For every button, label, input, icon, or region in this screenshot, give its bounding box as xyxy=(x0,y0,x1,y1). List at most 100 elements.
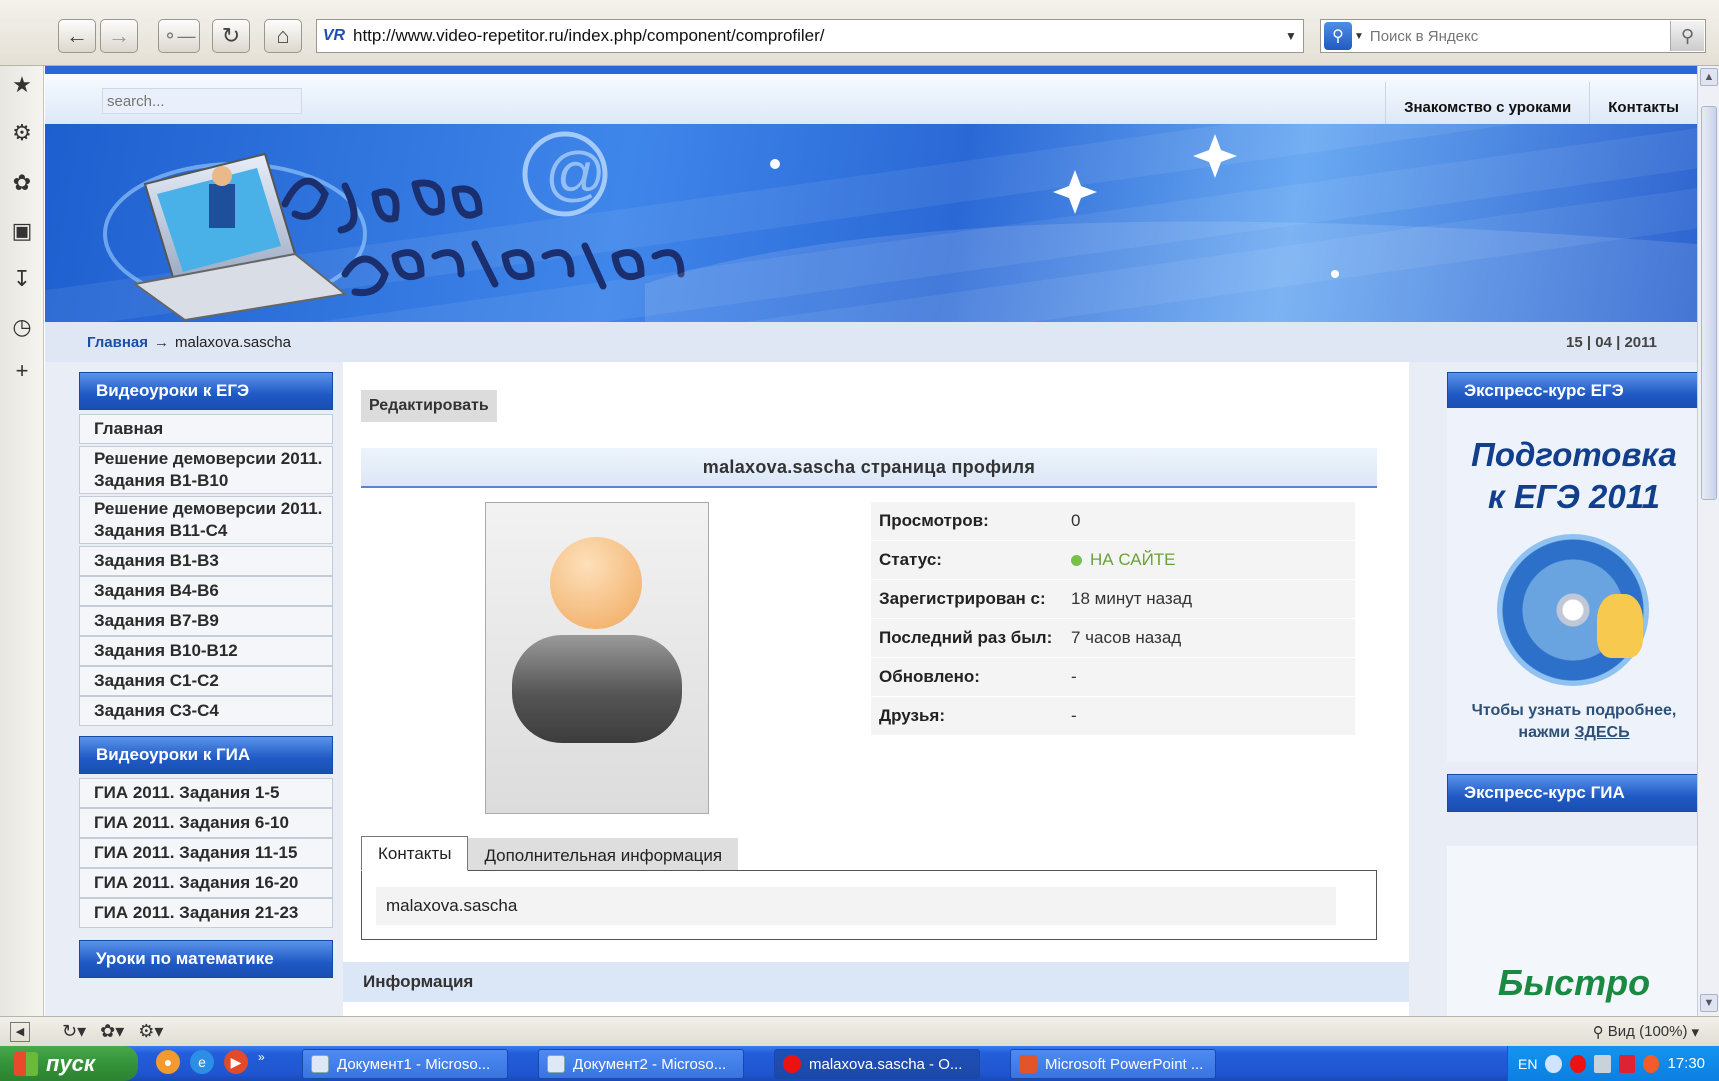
menu-item-b7-b9[interactable]: Задания В7-В9 xyxy=(79,606,333,636)
cartoon-kid-image xyxy=(1597,594,1643,658)
task-label: Microsoft PowerPoint ... xyxy=(1045,1055,1204,1073)
status-badge: НА САЙТЕ xyxy=(1071,550,1176,570)
menu-item-gia-16-20[interactable]: ГИА 2011. Задания 16-20 xyxy=(79,868,333,898)
stat-row-status: Статус: НА САЙТЕ xyxy=(871,541,1355,580)
stat-label: Статус: xyxy=(879,550,942,569)
yandex-search-box[interactable]: ⚲ ▼ ⚲ xyxy=(1320,19,1706,53)
quick-launch: ● e ▶ » xyxy=(156,1050,265,1074)
ege-promo-link[interactable]: ЗДЕСЬ xyxy=(1574,724,1629,741)
media-player-icon[interactable]: ▶ xyxy=(224,1050,248,1074)
svg-text:@: @ xyxy=(545,140,606,207)
browser-sidebar: ★ ⚙ ✿ ▣ ↧ ◷ + xyxy=(0,66,44,1016)
taskbar-item-opera[interactable]: malaxova.sascha - O... xyxy=(774,1049,980,1079)
menu-heading-ege: Видеоуроки к ЕГЭ xyxy=(79,372,333,410)
page-viewport: Знакомство с уроками Контакты xyxy=(45,66,1697,1016)
language-indicator[interactable]: EN xyxy=(1518,1056,1537,1072)
scroll-up-icon[interactable]: ▲ xyxy=(1700,68,1718,86)
ie-icon[interactable]: e xyxy=(190,1050,214,1074)
search-go-icon[interactable]: ⚲ xyxy=(1670,21,1704,51)
url-text[interactable]: http://www.video-repetitor.ru/index.php/… xyxy=(353,26,1279,46)
app-icon[interactable]: ● xyxy=(156,1050,180,1074)
more-chevron-icon[interactable]: » xyxy=(258,1050,265,1074)
task-label: Документ2 - Microso... xyxy=(573,1055,727,1073)
scroll-down-icon[interactable]: ▼ xyxy=(1700,994,1718,1012)
screen: ← → ⚬— ↻ ⌂ VR http://www.video-repetitor… xyxy=(0,0,1719,1081)
favorites-icon[interactable]: ★ xyxy=(9,72,35,98)
menu-item-c1-c2[interactable]: Задания С1-С2 xyxy=(79,666,333,696)
stat-row-updated: Обновлено: - xyxy=(871,658,1355,697)
breadcrumb-home-link[interactable]: Главная xyxy=(87,334,148,351)
yandex-search-input[interactable] xyxy=(1369,27,1670,45)
chevron-down-icon[interactable]: ▼ xyxy=(1279,29,1303,43)
site-banner: @ xyxy=(45,124,1697,322)
menu-item-gia-1-5[interactable]: ГИА 2011. Задания 1-5 xyxy=(79,778,333,808)
taskbar-item-powerpoint[interactable]: Microsoft PowerPoint ... xyxy=(1010,1049,1216,1079)
tools-icon[interactable]: ✿ xyxy=(9,170,35,196)
menu-item-b1-b3[interactable]: Задания В1-В3 xyxy=(79,546,333,576)
stat-row-views: Просмотров: 0 xyxy=(871,502,1355,541)
breadcrumb-separator: → xyxy=(154,333,170,351)
panel-toggle-icon[interactable]: ◀ xyxy=(10,1021,30,1042)
opera-tray-icon[interactable] xyxy=(1569,1054,1587,1073)
menu-item-gia-6-10[interactable]: ГИА 2011. Задания 6-10 xyxy=(79,808,333,838)
stat-label: Последний раз был: xyxy=(879,628,1053,647)
downloads-icon[interactable]: ↧ xyxy=(9,266,35,292)
antivirus-icon[interactable] xyxy=(1618,1054,1636,1073)
stat-value: 7 часов назад xyxy=(1071,628,1182,647)
zoom-control[interactable]: ⚲ Вид (100%) ▾ xyxy=(1593,1023,1699,1041)
notes-icon[interactable]: ▣ xyxy=(9,218,35,244)
menu-item-demo-b11-c4[interactable]: Решение демоверсии 2011. Задания В11-С4 xyxy=(79,496,333,544)
gia-promo[interactable]: Быстро xyxy=(1447,846,1697,1016)
settings-icon[interactable]: ⚙ xyxy=(9,120,35,146)
gia-promo-title: Быстро xyxy=(1497,962,1651,1003)
forward-arrow-icon[interactable]: → xyxy=(100,19,138,53)
menu-item-demo-b1-b10[interactable]: Решение демоверсии 2011. Задания В1-В10 xyxy=(79,446,333,494)
avatar-body xyxy=(512,635,682,743)
task-label: Документ1 - Microso... xyxy=(337,1055,491,1073)
right-column: Экспресс-курс ЕГЭ Подготовка к ЕГЭ 2011 … xyxy=(1409,362,1697,1016)
chevron-down-icon[interactable]: ▼ xyxy=(1354,31,1364,42)
contact-value: malaxova.sascha xyxy=(376,887,1336,925)
tab-contacts[interactable]: Контакты xyxy=(361,836,469,871)
taskbar-item-document1[interactable]: Документ1 - Microso... xyxy=(302,1049,508,1079)
menu-item-b4-b6[interactable]: Задания В4-В6 xyxy=(79,576,333,606)
menu-item-b10-b12[interactable]: Задания В10-В12 xyxy=(79,636,333,666)
stat-value: - xyxy=(1071,706,1077,725)
tray-arrow-icon[interactable] xyxy=(1545,1054,1562,1073)
profile-stats: Просмотров: 0 Статус: НА САЙТЕ Зарегистр… xyxy=(871,502,1355,736)
menu-item-home[interactable]: Главная xyxy=(79,414,333,444)
menu-item-c3-c4[interactable]: Задания С3-С4 xyxy=(79,696,333,726)
tab-additional-info[interactable]: Дополнительная информация xyxy=(468,838,739,873)
scroll-thumb[interactable] xyxy=(1701,106,1717,500)
settings-icon[interactable]: ⚙▾ xyxy=(138,1021,163,1042)
menu-item-gia-21-23[interactable]: ГИА 2011. Задания 21-23 xyxy=(79,898,333,928)
vertical-scrollbar[interactable]: ▲ ▼ xyxy=(1697,66,1719,1016)
edit-profile-button[interactable]: Редактировать xyxy=(361,390,497,422)
add-icon[interactable]: + xyxy=(9,358,35,384)
address-bar[interactable]: VR http://www.video-repetitor.ru/index.p… xyxy=(316,19,1304,53)
site-search-input[interactable] xyxy=(102,88,302,114)
zoom-level: Вид (100%) xyxy=(1607,1023,1688,1040)
start-button[interactable]: пуск xyxy=(0,1046,138,1081)
browser-statusbar: ◀ ↻▾ ✿▾ ⚙▾ ⚲ Вид (100%) ▾ xyxy=(0,1016,1719,1046)
left-column: Видеоуроки к ЕГЭ Главная Решение демовер… xyxy=(45,362,333,1016)
home-icon[interactable]: ⌂ xyxy=(264,19,302,53)
history-icon[interactable]: ◷ xyxy=(9,314,35,340)
ege-promo-title: Подготовка к ЕГЭ 2011 xyxy=(1447,434,1697,518)
stat-value: 18 минут назад xyxy=(1071,589,1193,608)
menu-item-gia-11-15[interactable]: ГИА 2011. Задания 11-15 xyxy=(79,838,333,868)
taskbar-item-document2[interactable]: Документ2 - Microso... xyxy=(538,1049,744,1079)
network-icon[interactable] xyxy=(1594,1054,1611,1073)
yandex-search-icon[interactable]: ⚲ xyxy=(1324,22,1352,50)
avatar-head xyxy=(550,537,642,629)
avatar xyxy=(485,502,709,814)
start-label: пуск xyxy=(46,1050,96,1076)
reload-icon[interactable]: ↻ xyxy=(212,19,250,53)
tray-app-icon[interactable] xyxy=(1643,1054,1660,1073)
back-arrow-icon[interactable]: ← xyxy=(58,19,96,53)
tools-icon[interactable]: ✿▾ xyxy=(100,1021,124,1042)
ege-promo[interactable]: Подготовка к ЕГЭ 2011 Чтобы узнать подро… xyxy=(1447,408,1697,762)
info-heading: Информация xyxy=(343,962,1409,1002)
key-icon[interactable]: ⚬— xyxy=(158,19,200,53)
sync-icon[interactable]: ↻▾ xyxy=(62,1021,86,1042)
